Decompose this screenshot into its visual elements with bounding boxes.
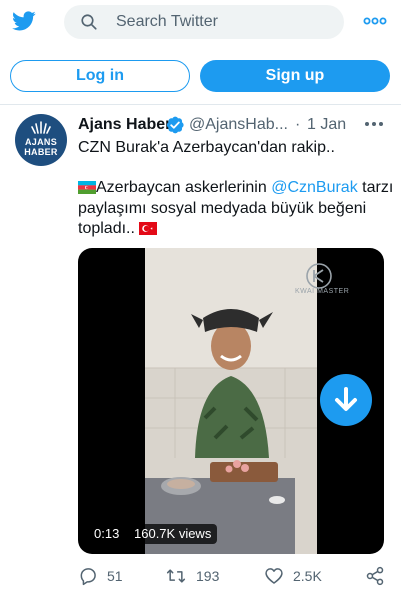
signup-button[interactable]: Sign up xyxy=(200,60,390,92)
heart-icon xyxy=(265,568,283,584)
reply-icon xyxy=(80,568,96,586)
download-button[interactable] xyxy=(320,374,372,426)
tweet-text-line-3: paylaşımı sosyal medyada büyük beğeni xyxy=(78,200,367,217)
mention-link[interactable]: @CznBurak xyxy=(271,179,358,196)
tweet-text-line-2: Azerbaycan askerlerinin @CznBurak tarzı xyxy=(78,178,393,198)
more-icon[interactable] xyxy=(362,8,388,34)
tweet-date[interactable]: 1 Jan xyxy=(307,116,346,134)
tweet-text-part: topladı.. xyxy=(78,220,135,237)
verified-badge-icon xyxy=(166,116,184,134)
tweet-text-part: Azerbaycan askerlerinin xyxy=(96,179,272,196)
tweet-text-line-1: CZN Burak'a Azerbaycan'dan rakip.. xyxy=(78,139,335,156)
logo-mark-icon xyxy=(31,121,51,134)
reply-button[interactable]: 51 xyxy=(78,566,138,586)
azerbaijan-flag-icon xyxy=(78,181,96,194)
login-button[interactable]: Log in xyxy=(10,60,190,92)
author-handle[interactable]: @AjansHab... xyxy=(189,116,288,134)
tweet-text-line-4: topladı.. xyxy=(78,219,158,239)
video-views-badge: 160.7K views xyxy=(128,524,218,544)
avatar[interactable]: AJANS HABER xyxy=(15,114,67,166)
like-button[interactable]: 2.5K xyxy=(264,566,334,586)
download-arrow-icon xyxy=(335,387,357,411)
video-time-badge: 0:13 xyxy=(88,524,126,544)
like-count: 2.5K xyxy=(293,568,322,584)
retweet-icon xyxy=(166,569,186,583)
search-input[interactable]: Search Twitter xyxy=(64,5,344,39)
reply-count: 51 xyxy=(107,568,123,584)
video-frame xyxy=(145,248,317,554)
video-player[interactable]: KWAI MASTER 0:13 160.7K views xyxy=(78,248,384,554)
separator-dot: · xyxy=(295,116,301,133)
search-placeholder: Search Twitter xyxy=(116,13,218,30)
twitter-bird-icon[interactable] xyxy=(10,9,38,33)
avatar-text-2: HABER xyxy=(24,147,58,157)
retweet-count: 193 xyxy=(196,568,220,584)
share-icon xyxy=(366,566,384,586)
watermark-text: KWAI MASTER xyxy=(295,288,350,295)
watermark-logo-icon xyxy=(306,263,332,289)
divider xyxy=(0,104,401,105)
tweet-more-icon[interactable] xyxy=(363,117,385,131)
retweet-button[interactable]: 193 xyxy=(166,566,236,586)
top-bar: Search Twitter xyxy=(0,0,401,44)
turkey-flag-icon xyxy=(139,222,158,235)
tweet-text-part: tarzı xyxy=(357,179,394,196)
search-icon xyxy=(81,14,97,30)
avatar-text-1: AJANS xyxy=(24,137,57,147)
author-name[interactable]: Ajans Haber xyxy=(78,116,171,134)
share-button[interactable] xyxy=(365,566,385,586)
